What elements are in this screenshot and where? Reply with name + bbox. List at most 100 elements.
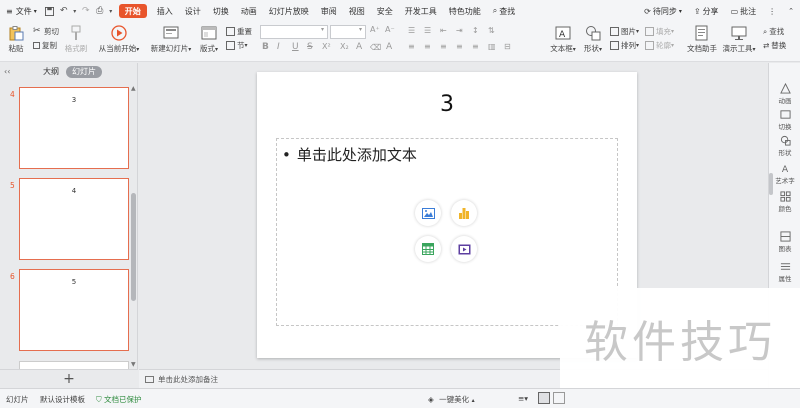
insert-video-button[interactable]: [451, 236, 477, 262]
menu-file[interactable]: ≡ 文件 ▾: [0, 0, 43, 22]
insert-table-button[interactable]: [415, 236, 441, 262]
customize-dropdown-icon[interactable]: ▾: [107, 0, 115, 22]
numbered-list-icon[interactable]: ☰: [424, 26, 431, 35]
properties-panel-button[interactable]: 属性: [769, 261, 800, 283]
scroll-up-icon[interactable]: ▲: [131, 85, 136, 92]
undo-icon[interactable]: ↶: [57, 0, 71, 22]
search-button[interactable]: ⌕ 查找: [487, 0, 521, 22]
tab-view[interactable]: 视图: [343, 0, 371, 22]
cut-button[interactable]: ✂ 剪切: [33, 26, 59, 37]
tab-developer[interactable]: 开发工具: [399, 0, 443, 22]
slide-thumbnail[interactable]: 4: [19, 178, 129, 260]
word-art-panel-button[interactable]: A 艺术字: [769, 163, 800, 185]
collapse-panel-icon[interactable]: ‹‹: [4, 67, 10, 76]
tab-slideshow[interactable]: 幻灯片放映: [263, 0, 315, 22]
redo-icon[interactable]: ↷: [79, 0, 93, 22]
slide-panel-scrollbar[interactable]: [131, 193, 136, 301]
font-family-select[interactable]: [260, 25, 328, 39]
right-panel-scrollbar[interactable]: [769, 173, 773, 195]
notes-toggle-icon[interactable]: ≡▾: [518, 394, 528, 403]
tab-home[interactable]: 开始: [118, 4, 147, 18]
add-slide-button[interactable]: +: [0, 369, 138, 388]
shape-button[interactable]: 形状▾: [582, 25, 604, 54]
normal-view-icon[interactable]: [538, 392, 550, 404]
strikethrough-button[interactable]: S: [307, 42, 313, 52]
fill-button[interactable]: 填充 ▾: [645, 26, 674, 37]
text-direction-icon[interactable]: ⇅: [488, 26, 495, 35]
decrease-indent-icon[interactable]: ⇤: [440, 26, 447, 35]
presentation-tools-button[interactable]: 演示工具▾: [722, 25, 756, 54]
layout-button[interactable]: 版式▾: [198, 25, 220, 54]
text-align-icon[interactable]: ⊟: [504, 42, 511, 51]
text-assistant-button[interactable]: 文档助手: [686, 25, 718, 54]
color-panel-button[interactable]: 颜色: [769, 191, 800, 213]
reset-button[interactable]: 重置: [226, 26, 252, 37]
chart-panel-button[interactable]: 图表: [769, 231, 800, 253]
font-color-button[interactable]: A: [356, 42, 362, 52]
superscript-button[interactable]: X²: [322, 42, 331, 51]
slide-thumbnail[interactable]: 5: [19, 269, 129, 351]
replace-button[interactable]: ⇄ 替换: [763, 40, 786, 51]
slide-thumbnail[interactable]: 3: [19, 87, 129, 169]
distribute-icon[interactable]: ≡: [472, 42, 479, 51]
animation-icon: [779, 83, 791, 94]
properties-panel-label: 属性: [778, 275, 792, 283]
bullet-list-icon[interactable]: ☰: [408, 26, 415, 35]
undo-dropdown-icon[interactable]: ▾: [71, 0, 79, 22]
clear-format-icon[interactable]: ⌫: [370, 43, 381, 52]
slide-title[interactable]: 3: [257, 92, 637, 117]
columns-icon[interactable]: ▥: [488, 42, 496, 51]
tab-animation[interactable]: 动画: [235, 0, 263, 22]
text-box-button[interactable]: A 文本框▾: [548, 25, 578, 54]
arrange-button[interactable]: 排列 ▾: [610, 40, 639, 51]
italic-button[interactable]: I: [277, 42, 280, 52]
sorter-view-icon[interactable]: [553, 392, 565, 404]
align-right-icon[interactable]: ≡: [440, 42, 447, 51]
shape-panel-button[interactable]: 形状: [769, 135, 800, 157]
tab-review[interactable]: 审阅: [315, 0, 343, 22]
increase-indent-icon[interactable]: ⇥: [456, 26, 463, 35]
section-button[interactable]: 节 ▾: [226, 40, 248, 51]
beautify-button[interactable]: ◈ 一键美化 ▴: [428, 394, 475, 405]
paste-button[interactable]: 粘贴: [6, 25, 26, 54]
find-button[interactable]: ⌕ 查找: [763, 26, 784, 37]
comment-button[interactable]: ▭ 批注: [725, 0, 763, 22]
print-icon[interactable]: ⎙: [93, 0, 107, 22]
justify-icon[interactable]: ≡: [456, 42, 463, 51]
line-spacing-icon[interactable]: ↕: [472, 26, 479, 35]
outline-button[interactable]: 轮廓 ▾: [645, 40, 674, 51]
bold-button[interactable]: B: [262, 42, 269, 52]
scroll-down-icon[interactable]: ▼: [131, 361, 136, 368]
tab-features[interactable]: 特色功能: [443, 0, 487, 22]
insert-chart-button[interactable]: [451, 200, 477, 226]
subscript-button[interactable]: X₂: [340, 42, 349, 51]
tab-outline[interactable]: 大纲: [43, 66, 59, 78]
insert-picture-button[interactable]: [415, 200, 441, 226]
highlight-icon[interactable]: A: [386, 42, 392, 52]
grow-font-icon[interactable]: A⁺: [370, 25, 380, 34]
collapse-ribbon-icon[interactable]: ⌃: [782, 0, 800, 22]
play-from-current-button[interactable]: 从当前开始▾: [98, 25, 140, 54]
shrink-font-icon[interactable]: A⁻: [385, 25, 395, 34]
align-center-icon[interactable]: ≡: [424, 42, 431, 51]
underline-button[interactable]: U: [292, 42, 299, 52]
layout-label: 版式: [199, 44, 215, 53]
transition-panel-button[interactable]: 切换: [769, 109, 800, 131]
share-button[interactable]: ⇪ 分享: [688, 0, 725, 22]
copy-button[interactable]: 复制: [33, 40, 57, 51]
tab-design[interactable]: 设计: [179, 0, 207, 22]
animation-panel-button[interactable]: 动画: [769, 83, 800, 105]
status-protected[interactable]: ⛉ 文档已保护: [96, 394, 142, 405]
align-left-icon[interactable]: ≡: [408, 42, 415, 51]
body-placeholder-text[interactable]: • 单击此处添加文本: [282, 144, 417, 165]
save-icon[interactable]: [43, 0, 57, 22]
new-slide-button[interactable]: 新建幻灯片▾: [150, 25, 192, 54]
picture-button[interactable]: 图片 ▾: [610, 26, 639, 37]
tab-transition[interactable]: 切换: [207, 0, 235, 22]
tab-security[interactable]: 安全: [371, 0, 399, 22]
more-options-icon[interactable]: ⋮: [762, 0, 782, 22]
tab-slides[interactable]: 幻灯片: [66, 66, 102, 78]
tab-insert[interactable]: 插入: [151, 0, 179, 22]
format-painter-button[interactable]: 格式刷: [64, 25, 88, 54]
sync-button[interactable]: ⟳ 待同步 ▾: [638, 0, 688, 22]
